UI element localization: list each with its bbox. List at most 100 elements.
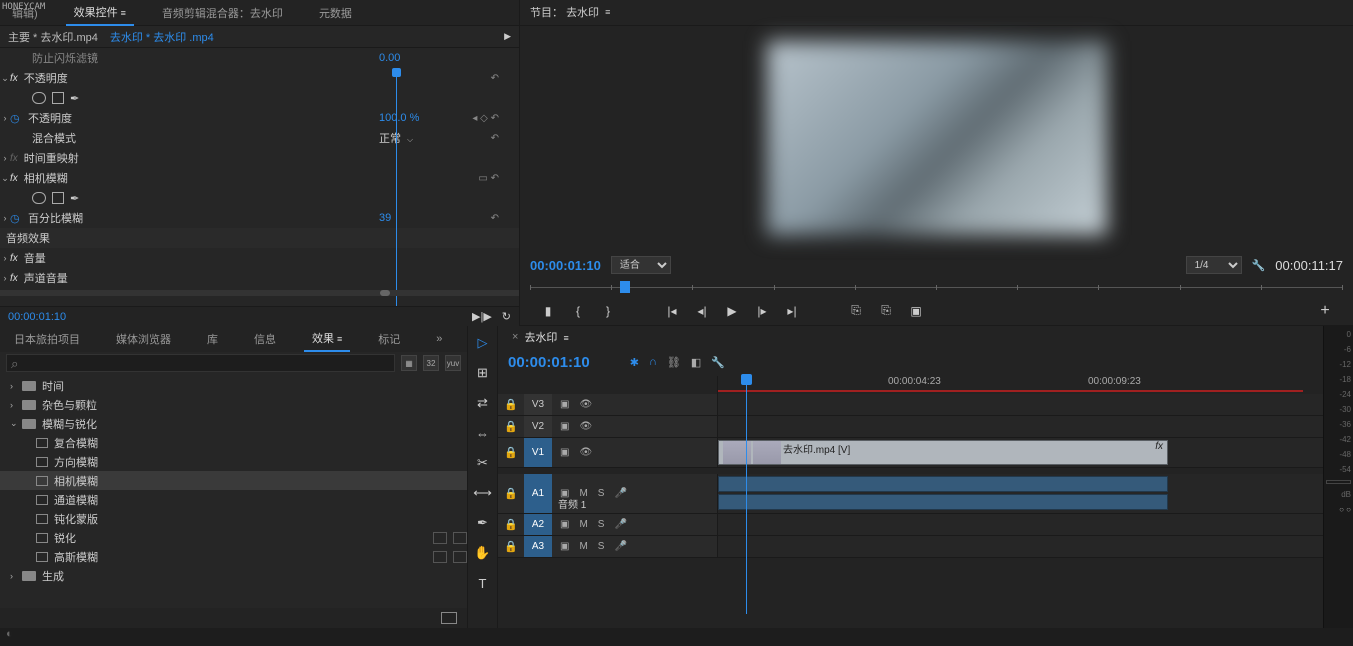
track-v2[interactable]: V2 bbox=[524, 416, 552, 437]
track-a2[interactable]: A2 bbox=[524, 514, 552, 535]
snap-icon[interactable]: ✱ bbox=[630, 356, 639, 369]
ellipse-mask-icon[interactable] bbox=[32, 92, 46, 104]
mic-icon[interactable]: 🎤 bbox=[614, 488, 626, 499]
tree-folder-noise[interactable]: ›杂色与颗粒 bbox=[0, 395, 467, 414]
lock-icon[interactable]: 🔒 bbox=[498, 446, 524, 459]
selection-tool-icon[interactable]: ▷ bbox=[474, 334, 492, 352]
track-lane-v2[interactable] bbox=[718, 416, 1323, 437]
ellipse-mask-icon[interactable] bbox=[32, 192, 46, 204]
new-bin-icon[interactable] bbox=[441, 612, 457, 624]
tab-audio-mixer[interactable]: 音频剪辑混合器：去水印 bbox=[154, 1, 291, 25]
link-icon[interactable]: ▭ bbox=[478, 173, 487, 184]
toggle-output-icon[interactable]: ▣ bbox=[560, 421, 569, 432]
bracket-in-icon[interactable]: { bbox=[570, 303, 586, 319]
sequence-clip-label[interactable]: 去水印 * 去水印 .mp4 bbox=[110, 29, 214, 45]
toggle-output-icon[interactable]: ▣ bbox=[560, 541, 569, 552]
lift-icon[interactable]: ⎘ bbox=[848, 303, 864, 319]
prev-key-icon[interactable]: ◂ bbox=[472, 113, 477, 124]
fit-select[interactable]: 适合 bbox=[611, 256, 671, 274]
rect-mask-icon[interactable] bbox=[52, 92, 64, 104]
fx-row-timeremap[interactable]: 时间重映射 bbox=[22, 150, 499, 166]
track-a1[interactable]: A1 bbox=[524, 474, 552, 513]
settings-icon[interactable]: 🔧 bbox=[711, 356, 725, 369]
play-icon[interactable]: ▶ bbox=[724, 303, 740, 319]
tree-item-camera-blur[interactable]: 相机模糊 bbox=[0, 471, 467, 490]
wrench-icon[interactable]: 🔧 bbox=[1252, 259, 1266, 272]
step-back-icon[interactable]: ◂| bbox=[694, 303, 710, 319]
timeline-seq-tab[interactable]: 去水印 ≡ bbox=[524, 329, 568, 345]
tree-folder-generate[interactable]: ›生成 bbox=[0, 566, 467, 585]
program-preview[interactable] bbox=[520, 26, 1353, 252]
reset-icon[interactable]: ↶ bbox=[439, 213, 499, 224]
tab-metadata[interactable]: 元数据 bbox=[311, 1, 360, 25]
close-seq-icon[interactable]: × bbox=[512, 331, 518, 343]
hand-tool-icon[interactable]: ✋ bbox=[474, 544, 492, 562]
slip-tool-icon[interactable]: ⟷ bbox=[474, 484, 492, 502]
timeline-ruler[interactable]: 00:00:04:23 00:00:09:23 bbox=[718, 376, 1323, 394]
mark-in-icon[interactable]: ▮ bbox=[540, 303, 556, 319]
export-frame-icon[interactable]: ▣ bbox=[908, 303, 924, 319]
stopwatch-icon[interactable]: ◷ bbox=[10, 212, 26, 225]
fx-row-blend[interactable]: 混合模式 bbox=[30, 130, 369, 146]
pen-mask-icon[interactable]: ✒ bbox=[70, 92, 79, 105]
link-icon[interactable]: ⛓ bbox=[667, 356, 681, 369]
type-tool-icon[interactable]: T bbox=[474, 574, 492, 592]
program-timecode-left[interactable]: 00:00:01:10 bbox=[530, 258, 601, 273]
video-clip[interactable]: fx去水印.mp4 [V] bbox=[718, 440, 1168, 465]
tree-item-unsharp-mask[interactable]: 钝化蒙版 bbox=[0, 509, 467, 528]
lock-icon[interactable]: 🔒 bbox=[498, 420, 524, 433]
resolution-select[interactable]: 1/4 bbox=[1186, 256, 1242, 274]
magnet-icon[interactable]: ∩ bbox=[649, 356, 657, 369]
toggle-output-icon[interactable]: ▣ bbox=[560, 519, 569, 530]
badge-yuv-icon[interactable]: yuv bbox=[445, 355, 461, 371]
scrollbar-thumb[interactable] bbox=[380, 290, 390, 296]
fx-row-camerablur[interactable]: 相机模糊 bbox=[22, 170, 369, 186]
blend-mode-select[interactable]: 正常 bbox=[379, 133, 401, 145]
rect-mask-icon[interactable] bbox=[52, 192, 64, 204]
tree-item-compound-blur[interactable]: 复合模糊 bbox=[0, 433, 467, 452]
track-a3[interactable]: A3 bbox=[524, 536, 552, 557]
extract-icon[interactable]: ⎘ bbox=[878, 303, 894, 319]
tree-item-gaussian-blur[interactable]: 高斯模糊 bbox=[0, 547, 467, 566]
tree-folder-blur[interactable]: ⌄模糊与锐化 bbox=[0, 414, 467, 433]
bracket-out-icon[interactable]: } bbox=[600, 303, 616, 319]
track-lane-a3[interactable] bbox=[718, 536, 1323, 557]
timeline-playhead[interactable] bbox=[746, 374, 747, 614]
lock-icon[interactable]: 🔒 bbox=[498, 518, 524, 531]
pen-mask-icon[interactable]: ✒ bbox=[70, 192, 79, 205]
lock-icon[interactable]: 🔒 bbox=[498, 398, 524, 411]
track-lane-a1[interactable] bbox=[718, 474, 1323, 513]
fx-row-blurpercent[interactable]: 百分比模糊 bbox=[26, 210, 369, 226]
audio-clip-1[interactable] bbox=[718, 476, 1168, 492]
reset-icon[interactable]: ↶ bbox=[491, 173, 499, 184]
lock-icon[interactable]: 🔒 bbox=[498, 487, 524, 500]
eye-icon[interactable]: 👁 bbox=[579, 399, 592, 410]
toggle-output-icon[interactable]: ▣ bbox=[560, 447, 569, 458]
lock-icon[interactable]: 🔒 bbox=[498, 540, 524, 553]
track-v1[interactable]: V1 bbox=[524, 438, 552, 467]
play-icon[interactable]: ▶ bbox=[504, 31, 511, 42]
track-lane-v3[interactable] bbox=[718, 394, 1323, 415]
mic-icon[interactable]: 🎤 bbox=[614, 541, 626, 552]
tree-folder-time[interactable]: ›时间 bbox=[0, 376, 467, 395]
overflow-icon[interactable]: » bbox=[428, 329, 450, 349]
add-button-icon[interactable]: + bbox=[1317, 303, 1333, 319]
track-lane-v1[interactable]: fx去水印.mp4 [V] bbox=[718, 438, 1323, 467]
step-fwd-icon[interactable]: |▸ bbox=[754, 303, 770, 319]
tree-item-channel-blur[interactable]: 通道模糊 bbox=[0, 490, 467, 509]
effects-search-input[interactable] bbox=[6, 354, 395, 372]
program-timecode-right[interactable]: 00:00:11:17 bbox=[1275, 258, 1343, 273]
toggle-output-icon[interactable]: ▣ bbox=[560, 399, 569, 410]
eye-icon[interactable]: 👁 bbox=[579, 447, 592, 458]
badge-32bit-icon[interactable]: 32 bbox=[423, 355, 439, 371]
pen-tool-icon[interactable]: ✒ bbox=[474, 514, 492, 532]
fx-row-opacity-value[interactable]: 不透明度 bbox=[26, 110, 369, 126]
track-lane-a2[interactable] bbox=[718, 514, 1323, 535]
reset-icon[interactable]: ↶ bbox=[439, 133, 499, 144]
ripple-tool-icon[interactable]: ⇄ bbox=[474, 394, 492, 412]
stopwatch-icon[interactable]: ◷ bbox=[10, 112, 26, 125]
track-v3[interactable]: V3 bbox=[524, 394, 552, 415]
goto-in-icon[interactable]: |◂ bbox=[664, 303, 680, 319]
timeline-timecode[interactable]: 00:00:01:10 bbox=[508, 354, 590, 371]
goto-out-icon[interactable]: ▸| bbox=[784, 303, 800, 319]
